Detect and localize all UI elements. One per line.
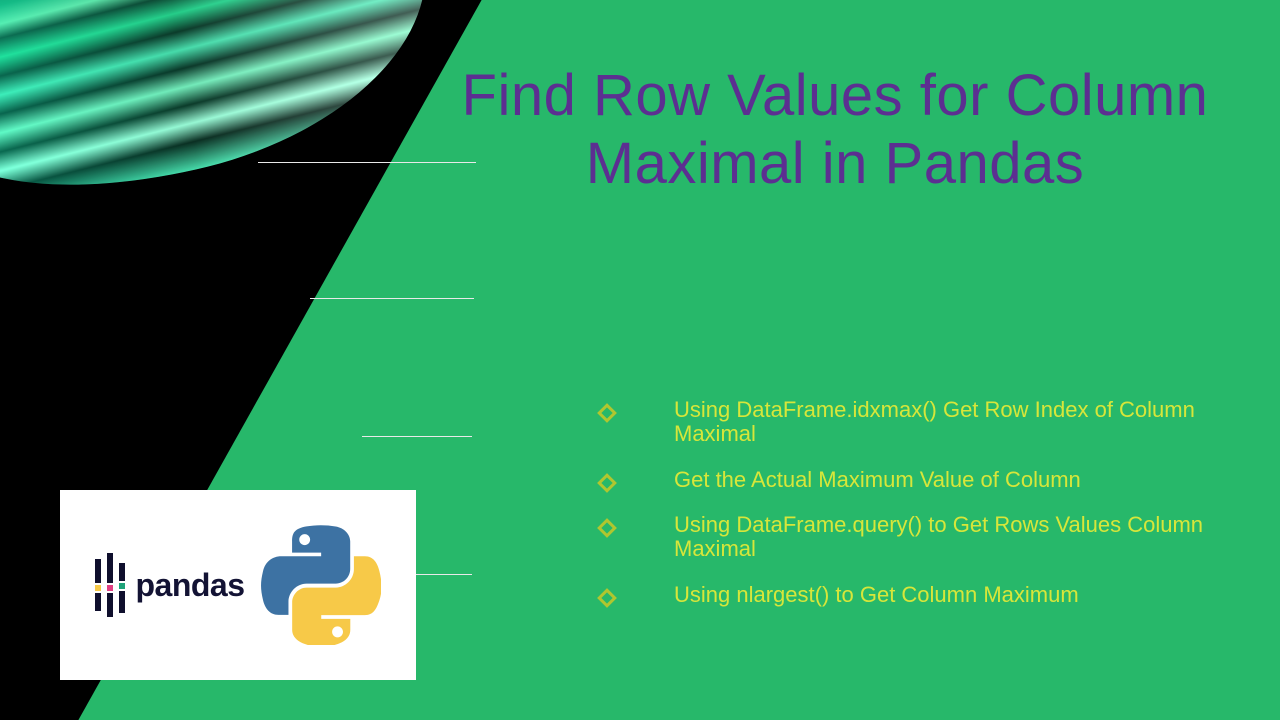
divider-line <box>416 574 472 575</box>
list-item: Get the Actual Maximum Value of Column <box>600 468 1220 492</box>
divider-line <box>362 436 472 437</box>
pandas-python-logo-card: pandas <box>60 490 416 680</box>
diamond-bullet-icon <box>597 588 617 608</box>
pandas-wordmark: pandas <box>135 567 244 604</box>
diamond-bullet-icon <box>597 518 617 538</box>
list-item-text: Using nlargest() to Get Column Maximum <box>674 583 1079 607</box>
list-item-text: Get the Actual Maximum Value of Column <box>674 468 1081 492</box>
python-logo-icon <box>261 525 381 645</box>
pandas-logo: pandas <box>95 553 244 617</box>
list-item: Using DataFrame.idxmax() Get Row Index o… <box>600 398 1220 446</box>
bullet-list: Using DataFrame.idxmax() Get Row Index o… <box>600 398 1220 629</box>
slide: Find Row Values for Column Maximal in Pa… <box>0 0 1280 720</box>
diamond-bullet-icon <box>597 403 617 423</box>
list-item-text: Using DataFrame.idxmax() Get Row Index o… <box>674 398 1220 446</box>
list-item-text: Using DataFrame.query() to Get Rows Valu… <box>674 513 1220 561</box>
list-item: Using nlargest() to Get Column Maximum <box>600 583 1220 607</box>
list-item: Using DataFrame.query() to Get Rows Valu… <box>600 513 1220 561</box>
diamond-bullet-icon <box>597 473 617 493</box>
divider-line <box>310 298 474 299</box>
pandas-bars-icon <box>95 553 125 617</box>
slide-title: Find Row Values for Column Maximal in Pa… <box>430 62 1240 199</box>
